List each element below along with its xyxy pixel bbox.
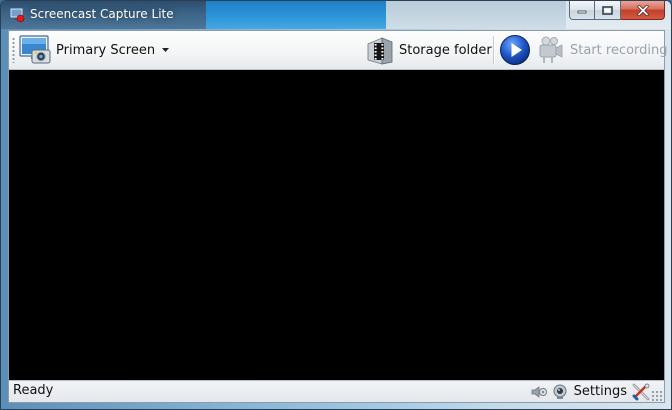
tools-icon[interactable] (631, 383, 651, 401)
status-text: Ready (13, 383, 54, 398)
maximize-icon (602, 5, 613, 15)
start-recording-button[interactable]: Start recording (536, 31, 668, 69)
capture-preview-area[interactable] (9, 70, 664, 381)
settings-label[interactable]: Settings (574, 384, 627, 399)
play-icon (500, 35, 530, 65)
storage-folder-button[interactable]: Storage folder (366, 31, 492, 69)
caption-buttons (569, 1, 665, 21)
source-dropdown-button[interactable]: Primary Screen (19, 31, 170, 69)
toolbar-separator (493, 36, 495, 64)
client-area: Primary Screen Storage folder Start reco… (8, 30, 668, 403)
speaker-icon[interactable] (530, 384, 548, 400)
title-bar[interactable]: Screencast Capture Lite (1, 1, 671, 29)
resize-grip[interactable] (651, 390, 662, 401)
close-button[interactable] (621, 1, 665, 20)
camcorder-icon (539, 36, 563, 63)
window-title: Screencast Capture Lite (30, 7, 174, 21)
toolbar-grip[interactable] (12, 37, 15, 63)
screencast-app-icon[interactable] (9, 7, 25, 23)
status-bar: Ready Settings (9, 380, 664, 402)
screen-camera-icon (19, 35, 51, 64)
maximize-button[interactable] (595, 1, 621, 20)
minimize-button[interactable] (569, 1, 595, 20)
close-icon (636, 4, 649, 16)
film-folder-icon (367, 37, 393, 65)
minimize-icon (577, 10, 587, 14)
toolbar: Primary Screen Storage folder Start reco… (9, 31, 668, 70)
storage-label: Storage folder (399, 42, 492, 58)
record-label: Start recording (570, 42, 668, 58)
caret-down-icon (162, 48, 170, 52)
source-label: Primary Screen (56, 42, 156, 58)
play-button[interactable] (499, 31, 531, 69)
status-bar-tools: Settings (530, 381, 662, 402)
webcam-icon[interactable] (552, 384, 568, 400)
app-window: Screencast Capture Lite Primary Screen S… (0, 0, 672, 410)
